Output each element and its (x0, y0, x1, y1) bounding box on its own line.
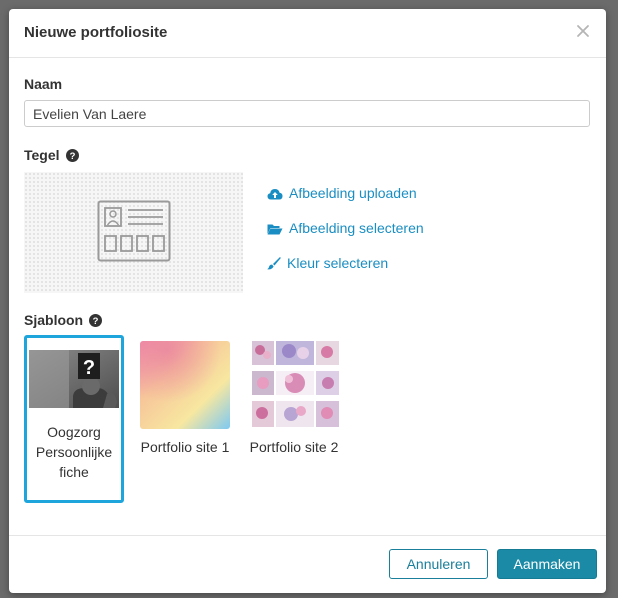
upload-image-link[interactable]: Afbeelding uploaden (267, 185, 417, 201)
dialog-title: Nieuwe portfoliosite (24, 24, 168, 41)
cloud-upload-icon (267, 189, 283, 200)
create-button[interactable]: Aanmaken (497, 549, 597, 579)
paint-brush-icon (267, 257, 281, 270)
template-card-portfolio-site-2[interactable]: Portfolio site 2 (244, 341, 344, 457)
svg-text:?: ? (83, 357, 95, 379)
template-thumbnail: ? (29, 350, 119, 408)
dialog-header: Nieuwe portfoliosite (9, 9, 606, 58)
id-card-icon (97, 200, 171, 262)
template-thumbnail (140, 341, 230, 429)
select-color-link[interactable]: Kleur selecteren (267, 255, 388, 271)
select-image-label: Afbeelding selecteren (289, 220, 424, 236)
tile-preview[interactable] (24, 172, 243, 293)
template-name: Oogzorg Persoonlijke fiche (35, 424, 113, 480)
help-icon[interactable]: ? (65, 149, 79, 165)
tile-label: Tegel (24, 147, 60, 163)
template-label-row: Sjabloon? (24, 312, 103, 330)
name-input[interactable] (24, 100, 590, 127)
tile-label-row: Tegel? (24, 147, 79, 165)
help-icon[interactable]: ? (89, 314, 103, 330)
close-icon[interactable] (574, 22, 592, 40)
select-image-link[interactable]: Afbeelding selecteren (267, 220, 424, 236)
template-name: Portfolio site 1 (140, 439, 230, 455)
template-thumbnail (249, 341, 339, 429)
name-label: Naam (24, 76, 63, 92)
cancel-button[interactable]: Annuleren (389, 549, 488, 579)
svg-text:?: ? (69, 151, 75, 162)
upload-image-label: Afbeelding uploaden (289, 185, 417, 201)
template-card-oogzorg[interactable]: ? Oogzorg Persoonlijke fiche (24, 335, 124, 503)
folder-open-icon (267, 224, 283, 235)
select-color-label: Kleur selecteren (287, 255, 389, 271)
template-card-portfolio-site-1[interactable]: Portfolio site 1 (135, 341, 235, 457)
template-name: Portfolio site 2 (249, 439, 339, 455)
template-label: Sjabloon (24, 312, 84, 328)
dialog-footer: Annuleren Aanmaken (9, 535, 606, 593)
svg-text:?: ? (93, 316, 99, 327)
new-portfolio-dialog: Nieuwe portfoliosite Naam Tegel? (9, 9, 606, 593)
